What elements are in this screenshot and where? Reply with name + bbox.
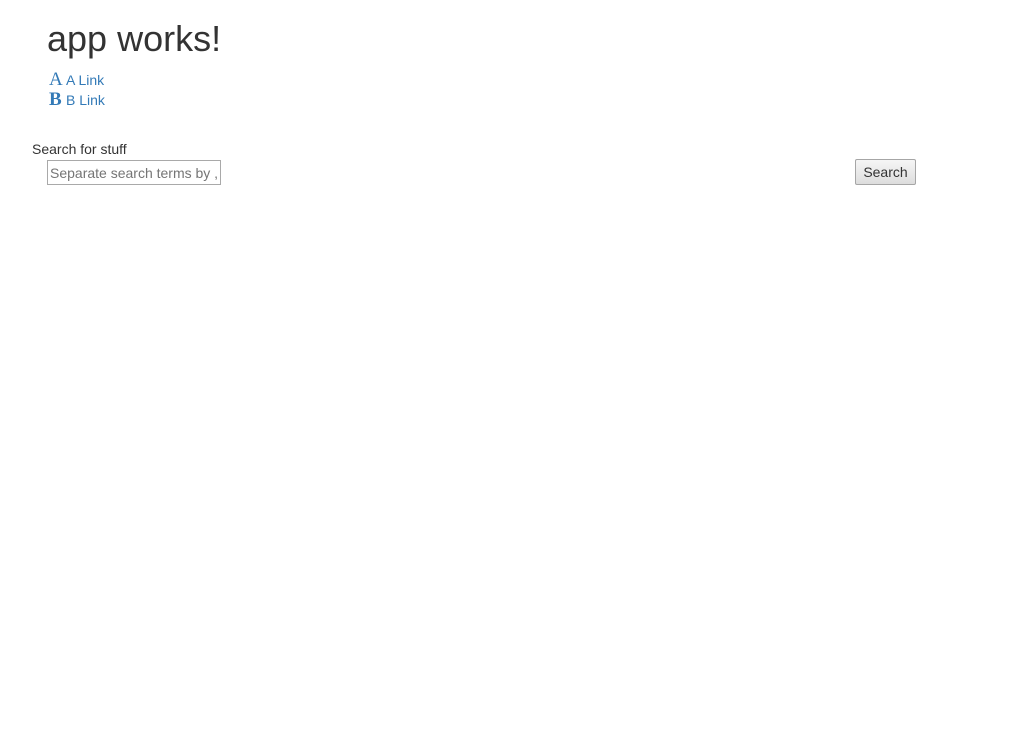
- b-link[interactable]: B Link: [66, 90, 105, 110]
- search-input[interactable]: [47, 160, 221, 185]
- search-button[interactable]: Search: [855, 159, 916, 185]
- a-link[interactable]: A Link: [66, 70, 104, 90]
- link-item-b[interactable]: B B Link: [49, 90, 105, 110]
- letter-b-icon: B: [49, 89, 62, 110]
- link-item-a[interactable]: A A Link: [49, 70, 105, 90]
- search-label: Search for stuff: [32, 141, 127, 157]
- page-title: app works!: [47, 18, 222, 59]
- link-list: A A Link B B Link: [49, 70, 105, 110]
- letter-a-icon: A: [49, 69, 63, 90]
